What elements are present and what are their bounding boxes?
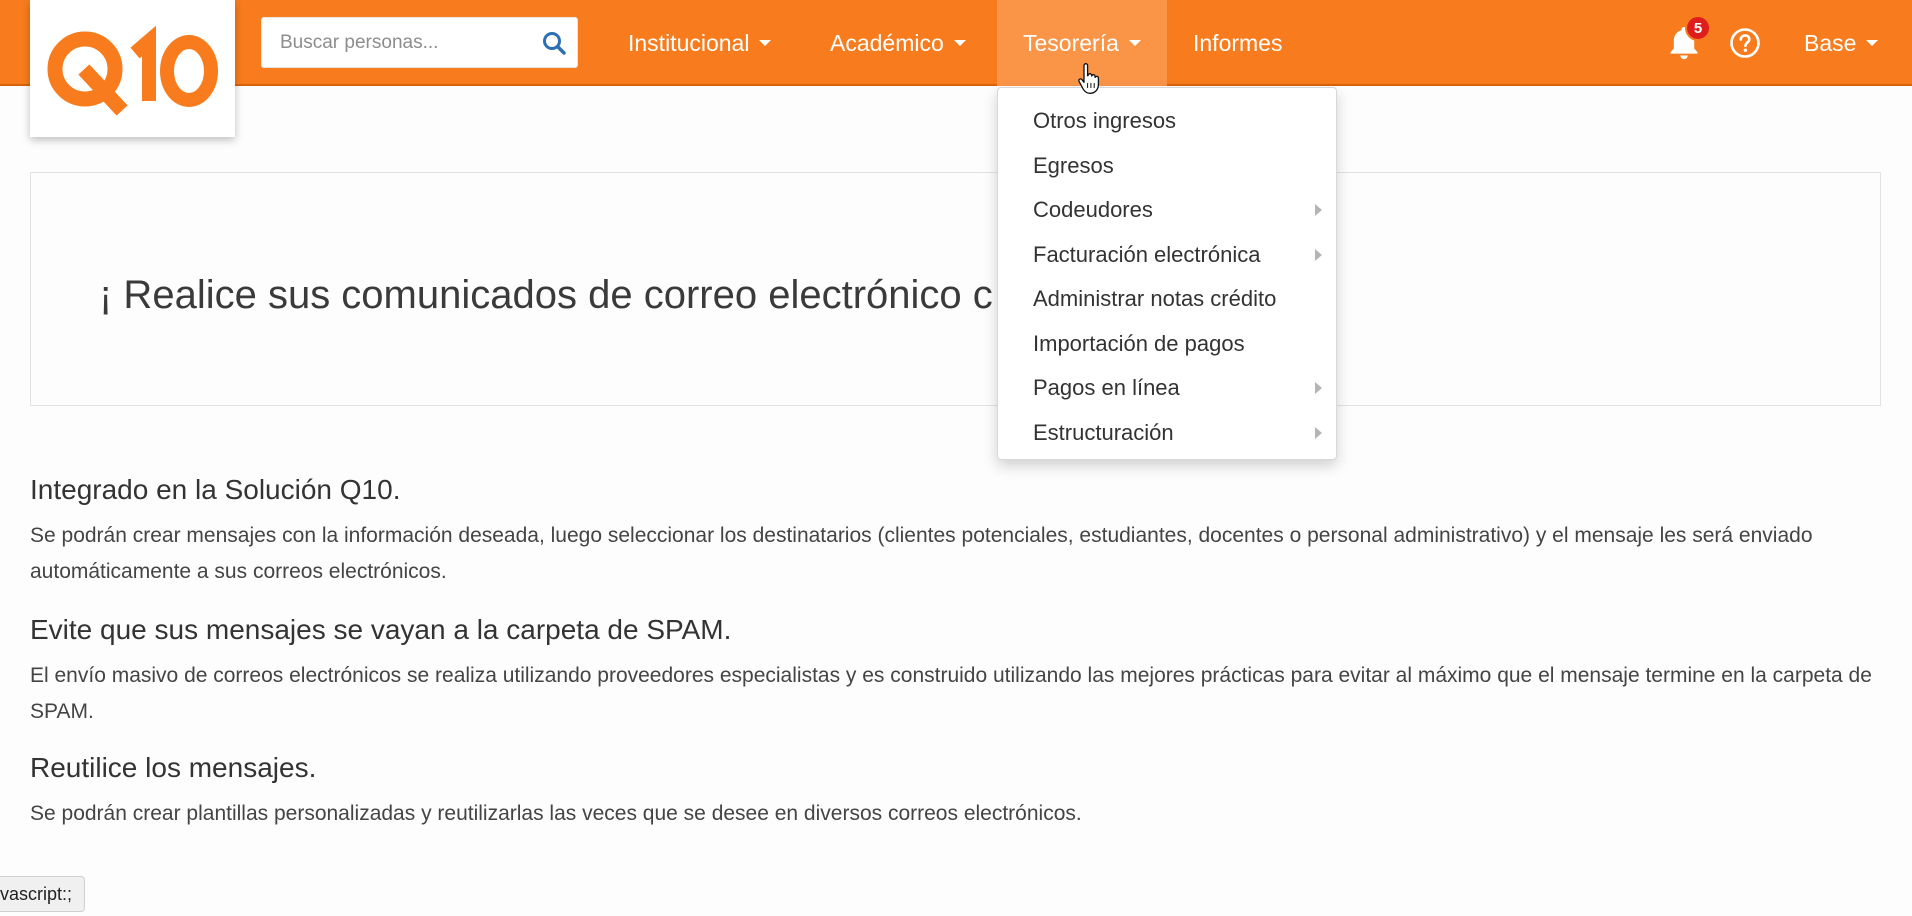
feature-title: Evite que sus mensajes se vayan a la car… [30, 614, 732, 645]
menu-item-label: Importación de pagos [1033, 330, 1245, 356]
menu-item-estructuracion[interactable]: Estructuración [998, 411, 1336, 456]
chevron-down-icon [1128, 40, 1141, 46]
menu-item-pagos-en-linea[interactable]: Pagos en línea [998, 366, 1336, 411]
nav-informes[interactable]: Informes [1193, 0, 1303, 86]
menu-item-label: Otros ingresos [1033, 108, 1177, 134]
menu-item-administrar-notas-credito[interactable]: Administrar notas crédito [998, 277, 1336, 322]
search-icon[interactable] [541, 30, 567, 56]
nav-institucional[interactable]: Institucional [628, 0, 778, 86]
chevron-down-icon [953, 40, 966, 46]
tesoreria-dropdown-menu: Otros ingresos Egresos Codeudores Factur… [997, 87, 1337, 460]
feature-body: Se podrán crear plantillas personalizada… [30, 802, 1082, 825]
nav-academico[interactable]: Académico [830, 0, 974, 86]
menu-item-facturacion-electronica[interactable]: Facturación electrónica [998, 233, 1336, 278]
status-bar-text: vascript:; [0, 883, 73, 904]
menu-item-otros-ingresos[interactable]: Otros ingresos [998, 99, 1336, 144]
menu-item-label: Codeudores [1033, 197, 1153, 223]
feature-title: Integrado en la Solución Q10. [30, 474, 401, 505]
nav-institucional-label: Institucional [628, 29, 750, 56]
feature-body: Se podrán crear mensajes con la informac… [30, 524, 1813, 583]
feature-section: Reutilice los mensajes. Se podrán crear … [30, 752, 1890, 846]
user-menu[interactable]: Base [1804, 0, 1894, 86]
nav-informes-label: Informes [1193, 29, 1283, 56]
nav-academico-label: Académico [830, 29, 944, 56]
banner-heading: ¡ Realice sus comunicados de correo elec… [99, 273, 993, 317]
feature-title: Reutilice los mensajes. [30, 752, 317, 783]
menu-item-label: Facturación electrónica [1033, 241, 1261, 267]
top-navbar: Institucional Académico Tesorería Inform… [0, 0, 1912, 86]
hero-banner: ¡ Realice sus comunicados de correo elec… [30, 172, 1881, 406]
chevron-down-icon [759, 40, 772, 46]
search-input[interactable] [262, 18, 522, 67]
browser-status-bar: vascript:; [0, 876, 86, 912]
menu-item-label: Estructuración [1033, 419, 1174, 445]
chevron-right-icon [1315, 204, 1322, 216]
search-box [261, 17, 578, 68]
help-icon[interactable] [1729, 27, 1761, 59]
q10-logo-icon [47, 25, 218, 116]
menu-item-label: Egresos [1033, 152, 1114, 178]
user-menu-label: Base [1804, 29, 1857, 56]
feature-body: El envío masivo de correos electrónicos … [30, 664, 1872, 723]
feature-section: Evite que sus mensajes se vayan a la car… [30, 614, 1890, 744]
chevron-right-icon [1315, 426, 1322, 439]
menu-item-importacion-pagos[interactable]: Importación de pagos [998, 322, 1336, 367]
logo[interactable] [30, 0, 235, 137]
chevron-down-icon [1866, 40, 1879, 46]
menu-item-egresos[interactable]: Egresos [998, 144, 1336, 189]
hand-cursor-icon [1078, 63, 1100, 94]
menu-item-codeudores[interactable]: Codeudores [998, 188, 1336, 233]
feature-section: Integrado en la Solución Q10. Se podrán … [30, 474, 1890, 604]
chevron-right-icon [1315, 248, 1322, 261]
chevron-right-icon [1315, 382, 1322, 394]
menu-item-label: Pagos en línea [1033, 375, 1180, 401]
notification-badge[interactable]: 5 [1685, 15, 1711, 41]
menu-item-label: Administrar notas crédito [1033, 286, 1277, 312]
nav-tesoreria-label: Tesorería [1023, 29, 1119, 56]
